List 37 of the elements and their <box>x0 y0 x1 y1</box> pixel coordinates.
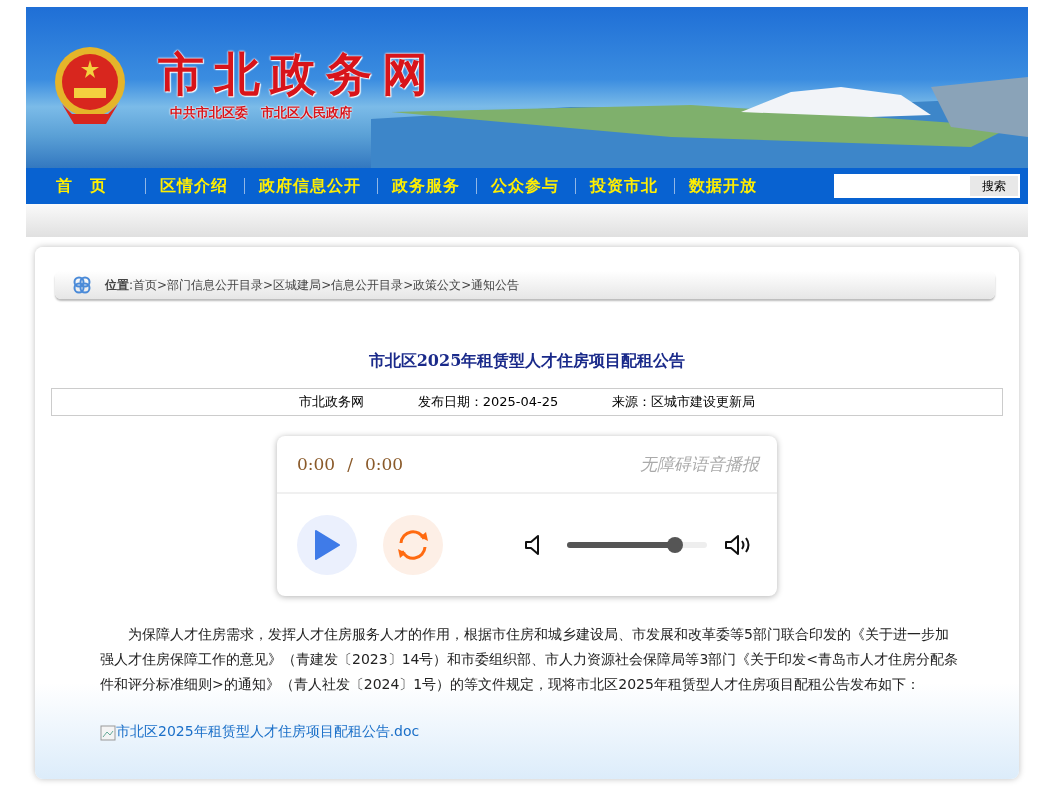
site-subtitle: 中共市北区委 市北区人民政府 <box>170 103 353 122</box>
breadcrumb-link[interactable]: 通知公告 <box>471 276 520 294</box>
nav-link[interactable]: 政务服务 <box>378 175 476 197</box>
time-divider: / <box>347 454 353 474</box>
breadcrumb-arrow: > <box>461 278 472 292</box>
attachment-link[interactable]: 市北区2025年租赁型人才住房项目配租公告.doc <box>116 723 420 741</box>
breadcrumb-link[interactable]: 政策公文 <box>413 276 462 294</box>
meta-text: 发布日期：2025-04-25 <box>417 393 559 411</box>
total-time: 0:00 <box>364 454 404 474</box>
nav-link[interactable]: 区情介绍 <box>146 175 244 197</box>
knot-icon <box>73 276 91 294</box>
nav-link[interactable]: 数据开放 <box>675 175 773 197</box>
breadcrumb-label: 位置 <box>105 276 129 294</box>
volume-slider[interactable] <box>567 537 707 553</box>
nav-link[interactable]: 政府信息公开 <box>245 175 377 197</box>
meta-text: 来源：区城市建设更新局 <box>612 393 756 411</box>
nav-link[interactable]: 投资市北 <box>576 175 674 197</box>
breadcrumb-arrow: > <box>263 278 274 292</box>
meta-text: 市北政务网 <box>298 393 364 411</box>
current-time: 0:00 <box>297 454 336 474</box>
player-caption: 无障碍语音播报 <box>640 452 759 476</box>
nav-link[interactable]: 首 页 <box>26 175 145 197</box>
breadcrumb-link[interactable]: 信息公开目录 <box>331 276 404 294</box>
breadcrumb-link[interactable]: 部门信息公开目录 <box>167 276 264 294</box>
nav-link[interactable]: 公众参与 <box>477 175 575 197</box>
site-title: 市北政务网 <box>158 49 438 100</box>
broken-image-icon <box>100 725 116 741</box>
play-icon <box>314 530 340 560</box>
breadcrumb-arrow: > <box>157 278 168 292</box>
breadcrumb-arrow: > <box>321 278 332 292</box>
separator-colon: : <box>129 278 134 292</box>
breadcrumb-arrow: > <box>403 278 414 292</box>
article-paragraph: 为保障人才住房需求，发挥人才住房服务人才的作用，根据市住房和城乡建设局、市发展和改革委等5部门联合印发的《关于进一步加强人才住房保障工作的意见》（青建发〔2023〕14号）和市委组织部、市人力资源社会保障局等3部门《关于印发<青岛市人才住房分配条件和评分标准细则>的通知》（青人社发〔2024〕1号）的等文件规定，现将市北区2025年租赁型人才住房项目配租公告发布如下： <box>100 625 960 694</box>
breadcrumb-link[interactable]: 首页 <box>133 276 158 294</box>
search-button[interactable]: 搜索 <box>970 176 1018 196</box>
article-title: 市北区2025年租赁型人才住房项目配租公告 <box>367 351 687 372</box>
breadcrumb-link[interactable]: 区城建局 <box>273 276 322 294</box>
